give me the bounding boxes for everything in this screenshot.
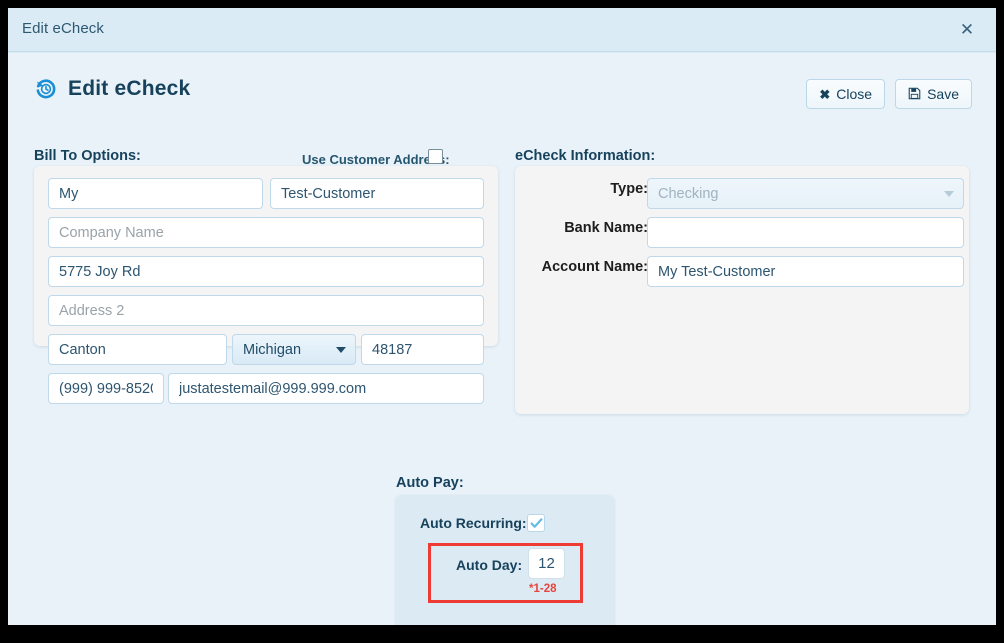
auto-recurring-checkbox[interactable] bbox=[527, 514, 545, 532]
account-name-input[interactable] bbox=[647, 256, 964, 287]
echeck-type-label: Type: bbox=[610, 181, 648, 197]
state-dropdown[interactable]: Michigan bbox=[232, 334, 356, 365]
address1-input[interactable] bbox=[48, 256, 484, 287]
header-actions: ✖ Close Save bbox=[806, 79, 972, 109]
last-name-input[interactable] bbox=[270, 178, 484, 209]
auto-day-input[interactable] bbox=[528, 548, 565, 579]
echeck-type-value: Checking bbox=[658, 185, 719, 202]
close-x-icon[interactable]: ✕ bbox=[956, 19, 978, 41]
email-input[interactable] bbox=[168, 373, 484, 404]
use-customer-address-checkbox[interactable] bbox=[428, 149, 443, 164]
auto-day-hint: *1-28 bbox=[529, 583, 557, 595]
auto-recurring-label: Auto Recurring: bbox=[420, 515, 527, 531]
address2-input[interactable] bbox=[48, 295, 484, 326]
chevron-down-icon bbox=[944, 190, 954, 197]
account-name-label: Account Name: bbox=[541, 259, 648, 275]
bank-name-label: Bank Name: bbox=[564, 220, 648, 236]
first-name-input[interactable] bbox=[48, 178, 263, 209]
page-header: Edit eCheck ✖ Close Save bbox=[8, 53, 996, 119]
close-button[interactable]: ✖ Close bbox=[806, 79, 886, 109]
history-undo-icon bbox=[34, 77, 58, 101]
zip-input[interactable] bbox=[361, 334, 484, 365]
page-title-group: Edit eCheck bbox=[34, 77, 190, 101]
save-button-label: Save bbox=[927, 86, 959, 102]
company-name-input[interactable] bbox=[48, 217, 484, 248]
close-button-label: Close bbox=[836, 86, 873, 102]
bill-to-section-label: Bill To Options: bbox=[34, 148, 141, 164]
dialog-body: Edit eCheck ✖ Close Save Bill To Options… bbox=[8, 53, 996, 625]
state-dropdown-value: Michigan bbox=[243, 341, 302, 358]
save-button[interactable]: Save bbox=[895, 79, 972, 109]
x-icon: ✖ bbox=[819, 86, 831, 102]
dialog-title: Edit eCheck bbox=[22, 20, 104, 37]
echeck-type-dropdown: Checking bbox=[647, 178, 964, 209]
phone-input[interactable] bbox=[48, 373, 164, 404]
bank-name-input[interactable] bbox=[647, 217, 964, 248]
echeck-section-label: eCheck Information: bbox=[515, 148, 656, 164]
chevron-down-icon bbox=[336, 346, 346, 353]
floppy-disk-icon bbox=[908, 87, 921, 102]
auto-pay-section-label: Auto Pay: bbox=[396, 475, 464, 491]
auto-pay-panel: Auto Recurring: Auto Day: *1-28 bbox=[396, 495, 614, 625]
auto-day-label: Auto Day: bbox=[456, 557, 523, 573]
city-input[interactable] bbox=[48, 334, 227, 365]
page-title: Edit eCheck bbox=[68, 77, 191, 100]
edit-echeck-dialog: Edit eCheck ✕ Edit eCheck ✖ Close Save B… bbox=[8, 8, 996, 625]
dialog-titlebar: Edit eCheck ✕ bbox=[8, 8, 996, 52]
